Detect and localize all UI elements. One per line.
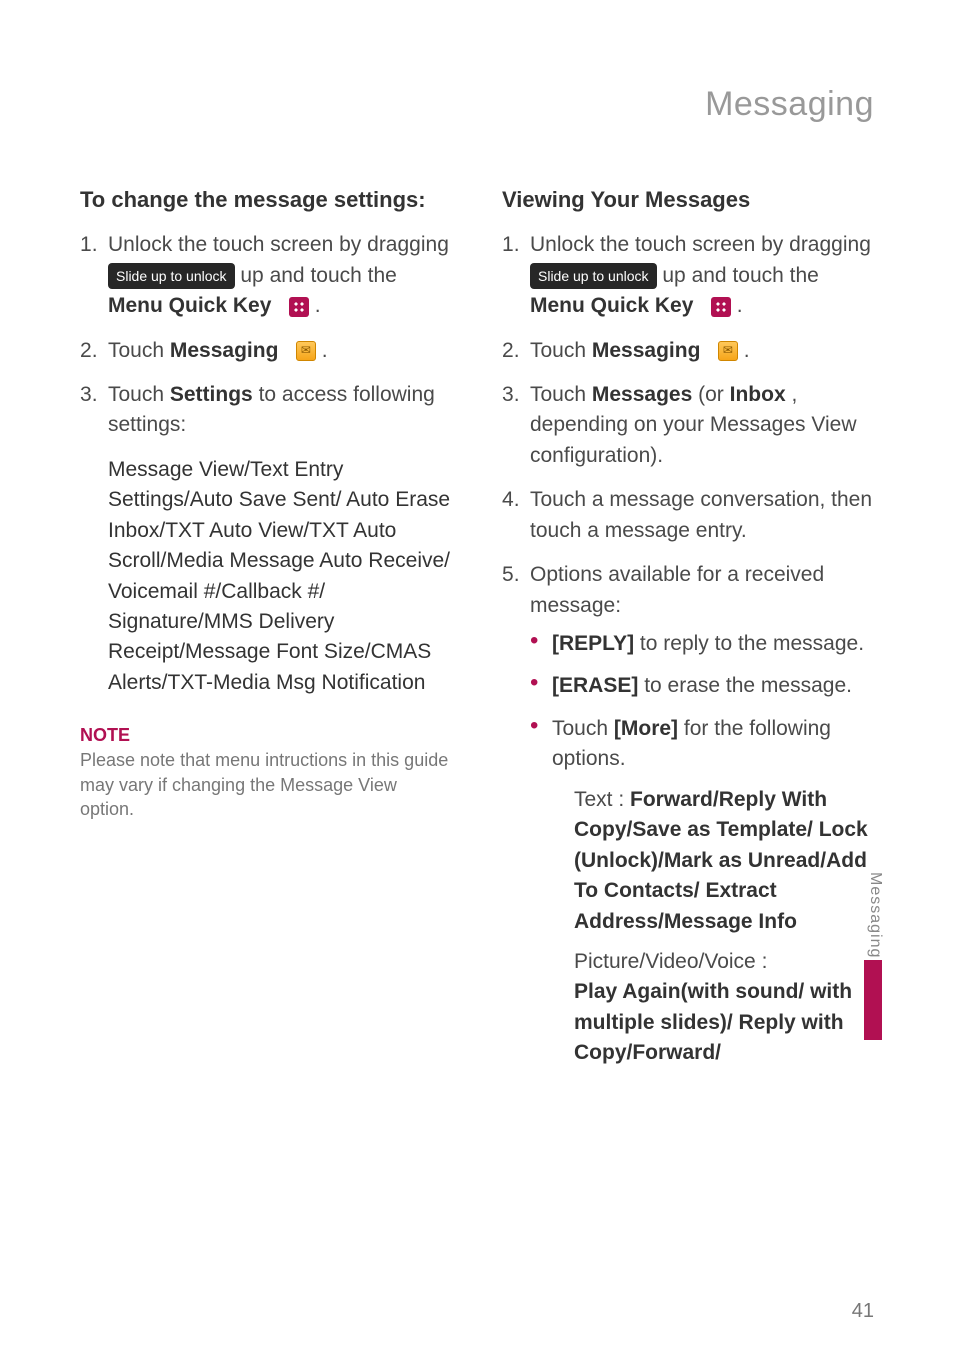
text: Unlock the touch screen by dragging bbox=[108, 233, 449, 256]
right-steps-list: Unlock the touch screen by dragging Slid… bbox=[502, 230, 874, 1069]
slide-unlock-pill: Slide up to unlock bbox=[108, 263, 235, 289]
messaging-label: Messaging bbox=[592, 339, 701, 362]
right-step-2: Touch Messaging ✉ . bbox=[502, 336, 874, 366]
side-tab: Messaging bbox=[864, 872, 882, 1040]
messaging-icon: ✉ bbox=[718, 341, 738, 361]
side-tab-bar bbox=[864, 960, 882, 1040]
messages-label: Messages bbox=[592, 383, 692, 406]
menu-quick-key-label: Menu Quick Key bbox=[530, 294, 693, 317]
text bbox=[277, 294, 283, 317]
messaging-label: Messaging bbox=[170, 339, 279, 362]
options-bullet-list: [REPLY] to reply to the message. [ERASE]… bbox=[530, 629, 874, 1069]
option-erase: [ERASE] to erase the message. bbox=[530, 671, 874, 701]
right-step-3: Touch Messages (or Inbox , depending on … bbox=[502, 380, 874, 471]
right-step-5: Options available for a received message… bbox=[502, 560, 874, 1069]
text-label: Text : bbox=[574, 788, 630, 811]
text: Touch bbox=[530, 383, 592, 406]
text: Touch bbox=[552, 717, 614, 740]
right-heading: Viewing Your Messages bbox=[502, 184, 874, 216]
reply-label: [REPLY] bbox=[552, 632, 634, 655]
text: Options available for a received message… bbox=[530, 563, 824, 616]
text bbox=[699, 294, 705, 317]
option-more: Touch [More] for the following options. … bbox=[530, 714, 874, 1069]
text: Unlock the touch screen by dragging bbox=[530, 233, 871, 256]
menu-quick-key-icon bbox=[711, 297, 731, 317]
text: up and touch the bbox=[662, 264, 818, 287]
text: Touch bbox=[530, 339, 592, 362]
more-pvv-options: Picture/Video/Voice : Play Again(with so… bbox=[552, 947, 874, 1069]
page-title: Messaging bbox=[80, 80, 874, 129]
text: . bbox=[737, 294, 743, 317]
text: up and touch the bbox=[240, 264, 396, 287]
settings-label: Settings bbox=[170, 383, 253, 406]
page-number: 41 bbox=[852, 1297, 874, 1326]
note-label: NOTE bbox=[80, 722, 452, 748]
note-box: NOTE Please note that menu intructions i… bbox=[80, 716, 452, 821]
text: . bbox=[744, 339, 750, 362]
left-steps-list: Unlock the touch screen by dragging Slid… bbox=[80, 230, 452, 441]
content-columns: To change the message settings: Unlock t… bbox=[80, 184, 874, 1082]
pvv-label: Picture/Video/Voice : bbox=[574, 950, 767, 973]
option-reply: [REPLY] to reply to the message. bbox=[530, 629, 874, 659]
menu-quick-key-icon bbox=[289, 297, 309, 317]
text: to erase the message. bbox=[644, 674, 852, 697]
settings-options-block: Message View/Text Entry Settings/Auto Sa… bbox=[80, 455, 452, 699]
text: . bbox=[315, 294, 321, 317]
text bbox=[706, 339, 712, 362]
note-text: Please note that menu intructions in thi… bbox=[80, 748, 452, 821]
left-column: To change the message settings: Unlock t… bbox=[80, 184, 452, 1082]
more-text-options: Text : Forward/Reply With Copy/Save as T… bbox=[552, 785, 874, 937]
text: . bbox=[322, 339, 328, 362]
side-tab-label: Messaging bbox=[864, 872, 887, 958]
messaging-icon: ✉ bbox=[296, 341, 316, 361]
text bbox=[284, 339, 290, 362]
left-step-3: Touch Settings to access following setti… bbox=[80, 380, 452, 441]
pvv-options: Play Again(with sound/ with multiple sli… bbox=[574, 980, 852, 1064]
more-label: [More] bbox=[614, 717, 678, 740]
inbox-label: Inbox bbox=[730, 383, 786, 406]
text: Touch bbox=[108, 339, 170, 362]
right-step-4: Touch a message conversation, then touch… bbox=[502, 485, 874, 546]
text: Touch bbox=[108, 383, 170, 406]
text: to reply to the message. bbox=[640, 632, 864, 655]
left-step-2: Touch Messaging ✉ . bbox=[80, 336, 452, 366]
left-step-1: Unlock the touch screen by dragging Slid… bbox=[80, 230, 452, 321]
left-heading: To change the message settings: bbox=[80, 184, 452, 216]
menu-quick-key-label: Menu Quick Key bbox=[108, 294, 271, 317]
right-step-1: Unlock the touch screen by dragging Slid… bbox=[502, 230, 874, 321]
right-column: Viewing Your Messages Unlock the touch s… bbox=[502, 184, 874, 1082]
erase-label: [ERASE] bbox=[552, 674, 638, 697]
slide-unlock-pill: Slide up to unlock bbox=[530, 263, 657, 289]
text: (or bbox=[698, 383, 730, 406]
